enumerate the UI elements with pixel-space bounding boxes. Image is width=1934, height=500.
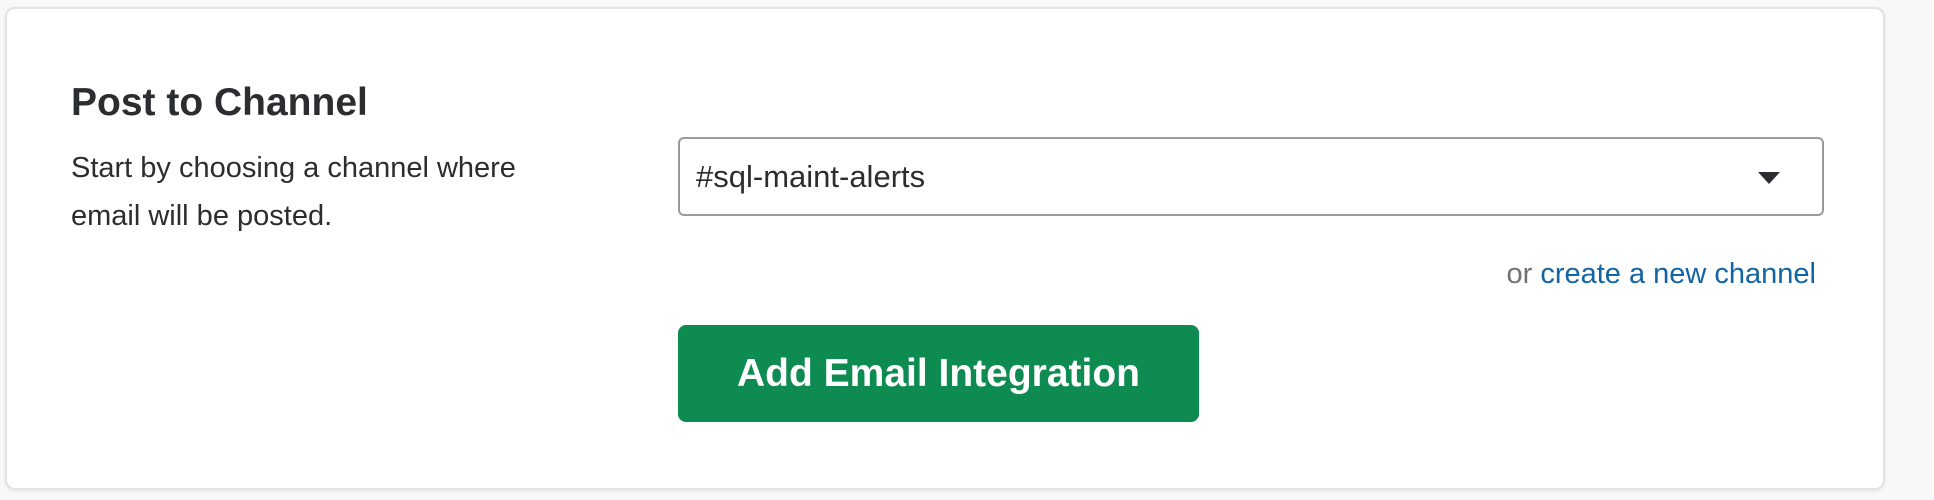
create-channel-link[interactable]: create a new channel [1540, 258, 1816, 290]
post-to-channel-card: Post to Channel Start by choosing a chan… [5, 7, 1885, 490]
caret-down-icon [1758, 172, 1780, 184]
channel-select[interactable]: #sql-maint-alerts [678, 137, 1824, 216]
add-email-integration-button[interactable]: Add Email Integration [678, 325, 1199, 422]
create-channel-prefix: or [1506, 258, 1533, 290]
section-description: Start by choosing a channel where email … [71, 152, 516, 232]
section-title: Post to Channel [71, 81, 368, 124]
create-channel-line: or create a new channel [1506, 254, 1816, 294]
channel-select-value: #sql-maint-alerts [696, 159, 926, 194]
